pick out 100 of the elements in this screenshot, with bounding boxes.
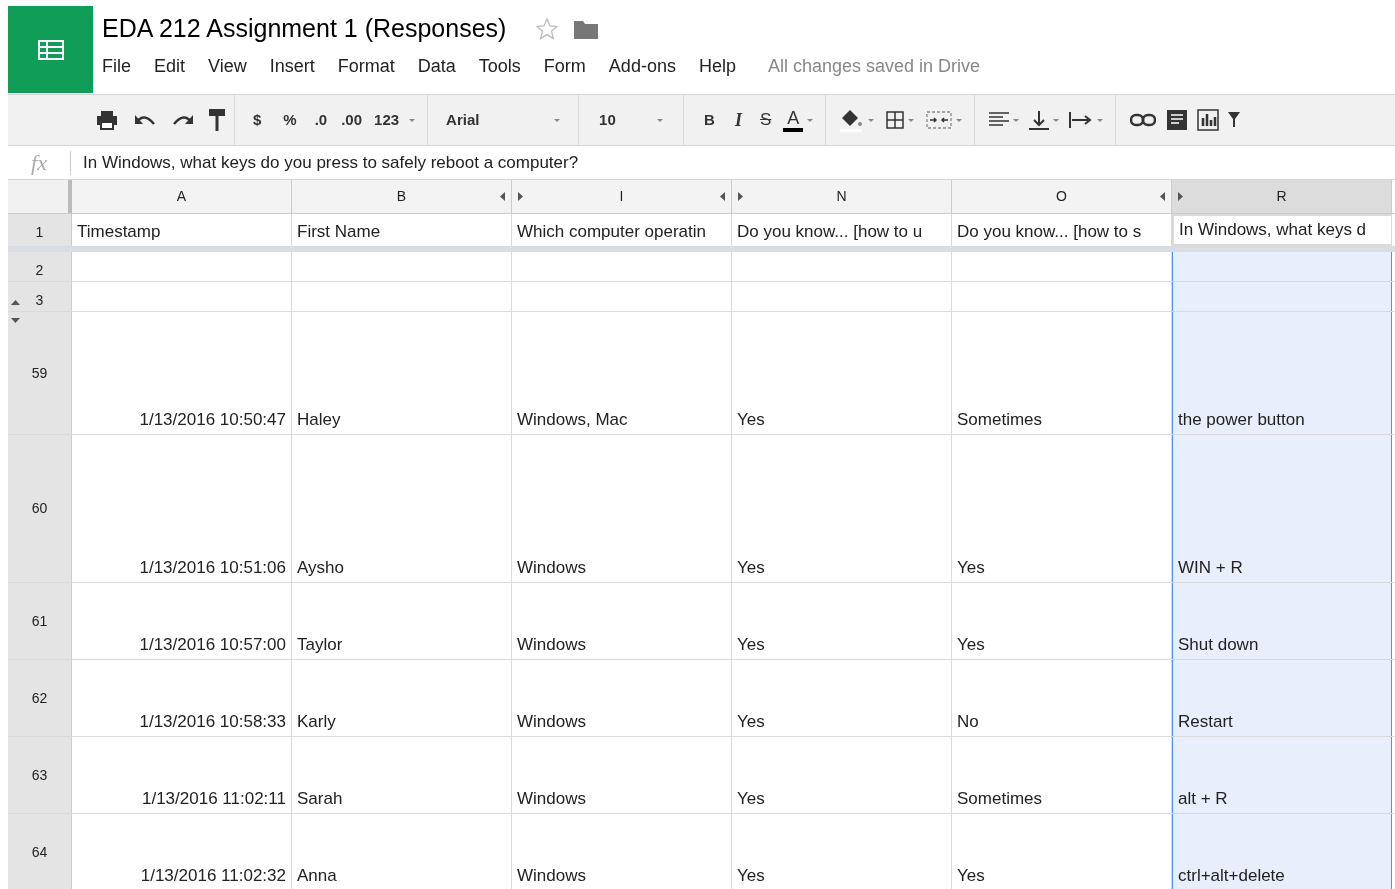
column-header[interactable]: N [732, 180, 952, 213]
expand-left-arrow-icon[interactable] [500, 192, 505, 201]
chart-icon[interactable] [1196, 108, 1221, 132]
font-name: Arial [446, 109, 480, 130]
row-header[interactable]: 60 [8, 435, 72, 582]
table-cell: Windows [512, 660, 732, 736]
menu-item[interactable]: Tools [478, 52, 521, 80]
menu-item[interactable]: Format [337, 52, 395, 80]
caret-icon[interactable] [554, 118, 561, 122]
expand-left-arrow-icon[interactable] [1160, 192, 1165, 201]
text-wrap-icon[interactable] [1069, 110, 1094, 130]
font-dropdown[interactable]: Arial [436, 102, 571, 138]
formula-input[interactable]: In Windows, what keys do you press to safely reboot a computer? [83, 149, 579, 176]
column-header[interactable]: I [512, 180, 732, 213]
paint-bucket-icon[interactable] [838, 108, 865, 132]
caret-icon[interactable] [868, 118, 875, 122]
expand-down-arrow-icon[interactable] [11, 318, 20, 323]
formula-label: fx [30, 149, 48, 177]
table-cell: First Name [292, 214, 512, 246]
text-color-button[interactable]: A [783, 108, 804, 132]
menu-item[interactable]: Add-ons [608, 52, 676, 80]
strikethrough-button[interactable]: S [753, 107, 778, 133]
menu-item[interactable]: File [102, 52, 131, 80]
table-cell: Yes [732, 814, 952, 889]
table-cell: Windows [512, 737, 732, 813]
filter-icon[interactable] [1228, 110, 1241, 130]
table-cell: alt + R [1172, 737, 1392, 813]
table-cell: Anna [292, 814, 512, 889]
menu-item[interactable]: Edit [154, 52, 186, 80]
menu-item[interactable]: Insert [269, 52, 315, 80]
table-icon[interactable] [37, 39, 64, 60]
table-cell: In Windows, what keys d [1172, 214, 1392, 246]
merge-cells-icon[interactable] [926, 111, 953, 129]
row-header[interactable]: 59 [8, 312, 72, 434]
table-cell: Windows [512, 814, 732, 889]
percent-button[interactable]: % [277, 108, 303, 132]
table-cell: Yes [732, 312, 952, 434]
borders-icon[interactable] [886, 111, 905, 129]
caret-icon[interactable] [409, 118, 416, 122]
font-size-dropdown[interactable]: 10 [587, 102, 676, 138]
caret-icon[interactable] [908, 118, 915, 122]
table-cell: 1/13/2016 10:51:06 [72, 435, 292, 582]
currency-button[interactable]: $ [247, 108, 268, 132]
link-icon[interactable] [1130, 113, 1157, 127]
row-header[interactable]: 2 [8, 252, 72, 281]
row-header[interactable]: 63 [8, 737, 72, 813]
table-cell: Do you know... [how to u [732, 214, 952, 246]
table-cell: Haley [292, 312, 512, 434]
expand-right-arrow-icon[interactable] [1178, 192, 1183, 201]
table-cell: Timestamp [72, 214, 292, 246]
column-header[interactable]: A [72, 180, 292, 213]
increase-decimals-button[interactable]: .00 [335, 108, 369, 132]
folder-icon[interactable] [574, 19, 599, 39]
collapse-up-arrow-icon[interactable] [11, 300, 20, 305]
caret-icon[interactable] [807, 118, 814, 122]
column-header[interactable]: O [952, 180, 1172, 213]
menu-item[interactable]: View [208, 52, 247, 80]
row-header[interactable]: 1 [8, 214, 72, 246]
decrease-decimals-button[interactable]: .0 [308, 108, 334, 132]
italic-button[interactable]: I [728, 106, 748, 134]
comment-icon[interactable] [1166, 109, 1189, 131]
document-title[interactable]: EDA 212 Assignment 1 (Responses) [102, 10, 507, 48]
menu-item[interactable]: Help [698, 52, 736, 80]
star-icon[interactable] [536, 18, 559, 40]
caret-icon[interactable] [657, 118, 664, 122]
table-cell: Shut down [1172, 583, 1392, 659]
caret-icon[interactable] [1013, 118, 1020, 122]
table-cell: 1/13/2016 10:58:33 [72, 660, 292, 736]
table-cell: 1/13/2016 11:02:11 [72, 737, 292, 813]
align-bottom-icon[interactable] [1029, 110, 1050, 130]
table-cell: the power button [1172, 312, 1392, 434]
bold-button[interactable]: B [698, 108, 721, 132]
column-header[interactable]: B [292, 180, 512, 213]
table-cell: 1/13/2016 11:02:32 [72, 814, 292, 889]
caret-icon[interactable] [1053, 118, 1060, 122]
corner-cell [8, 180, 72, 213]
expand-right-arrow-icon[interactable] [738, 192, 743, 201]
expand-right-arrow-icon[interactable] [518, 192, 523, 201]
row-header[interactable]: 62 [8, 660, 72, 736]
sheets-logo[interactable] [8, 6, 93, 93]
caret-icon[interactable] [1097, 118, 1104, 122]
row-header[interactable]: 3 [8, 282, 72, 311]
paint-roller-icon[interactable] [208, 108, 226, 132]
table-cell: ctrl+alt+delete [1172, 814, 1392, 889]
menu-item[interactable]: Form [543, 52, 586, 80]
column-header[interactable]: R [1172, 180, 1392, 213]
print-icon[interactable] [96, 110, 118, 130]
table-cell: Yes [732, 660, 952, 736]
table-cell: WIN + R [1172, 435, 1392, 582]
row-header[interactable]: 61 [8, 583, 72, 659]
more-formats-button[interactable]: 123 [368, 108, 406, 132]
row-header[interactable]: 64 [8, 814, 72, 889]
table-cell: 1/13/2016 10:57:00 [72, 583, 292, 659]
table-cell: Yes [732, 435, 952, 582]
expand-left-arrow-icon[interactable] [720, 192, 725, 201]
menu-item[interactable]: Data [417, 52, 456, 80]
table-cell: Which computer operatin [512, 214, 732, 246]
caret-icon[interactable] [956, 118, 963, 122]
table-cell: Yes [732, 583, 952, 659]
align-left-icon[interactable] [989, 112, 1010, 128]
